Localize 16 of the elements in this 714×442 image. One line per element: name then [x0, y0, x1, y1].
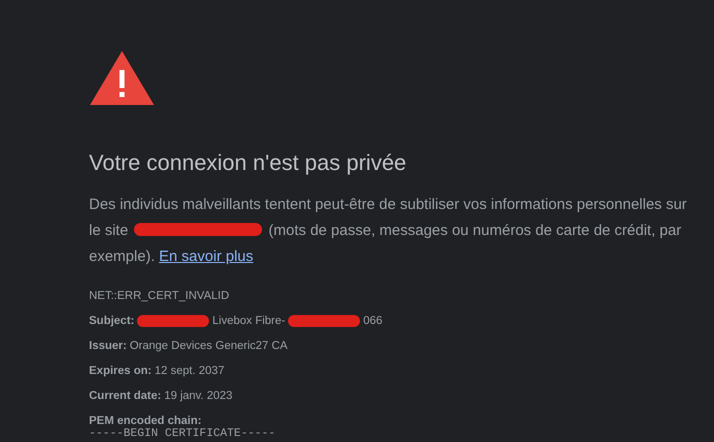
detail-value: Orange Devices Generic27 CA [130, 340, 288, 352]
detail-label: Current date: [89, 390, 162, 402]
error-code: NET::ERR_CERT_INVALID [89, 290, 230, 302]
detail-value: 19 janv. 2023 [164, 390, 232, 402]
detail-value: 066 [363, 315, 382, 327]
warning-icon [89, 50, 155, 106]
learn-more-link[interactable]: En savoir plus [159, 248, 254, 265]
detail-value: 12 sept. 2037 [154, 365, 224, 377]
warning-message: Des individus malveillants tentent peut-être de subtiliser vos informations personnelles sur le site (mots de passe, messages ou numéros de carte de crédit, par exemple). En savoir plus [89, 195, 688, 267]
detail-label: Subject: [89, 315, 134, 327]
detail-label: PEM encoded chain: [89, 415, 202, 427]
detail-label: Expires on: [89, 365, 152, 377]
detail-label: Issuer: [89, 340, 127, 352]
detail-value: Livebox Fibre- [212, 315, 286, 327]
page-title: Votre connexion n'est pas privée [89, 150, 408, 176]
certificate-text: -----BEGIN CERTIFICATE----- [89, 427, 276, 440]
